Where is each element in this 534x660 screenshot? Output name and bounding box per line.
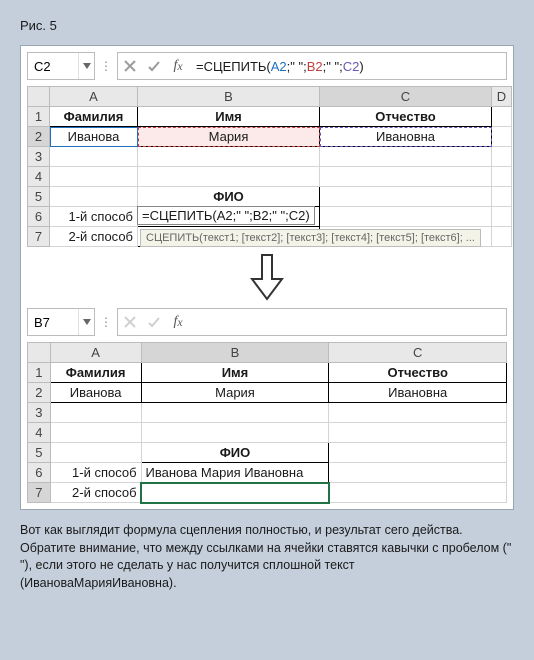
cell[interactable]: Мария — [138, 127, 320, 147]
name-box[interactable] — [27, 52, 95, 80]
cell[interactable]: Фамилия — [50, 363, 141, 383]
cell[interactable]: Имя — [141, 363, 329, 383]
cell-active[interactable]: Ивановна — [320, 127, 492, 147]
select-all-corner[interactable] — [28, 87, 50, 107]
row-header[interactable]: 6 — [28, 207, 50, 227]
row-header[interactable]: 2 — [28, 383, 51, 403]
cell[interactable] — [329, 463, 507, 483]
enter-icon[interactable] — [142, 309, 166, 335]
cell[interactable] — [320, 207, 492, 227]
formula-box[interactable]: fx =СЦЕПИТЬ(A2;" ";B2;" ";C2) — [117, 52, 507, 80]
cell[interactable] — [320, 147, 492, 167]
row-header[interactable]: 3 — [28, 403, 51, 423]
cell[interactable] — [320, 167, 492, 187]
cell[interactable] — [492, 107, 512, 127]
row-header[interactable]: 1 — [28, 107, 50, 127]
col-header[interactable]: A — [50, 87, 138, 107]
cell[interactable] — [320, 187, 492, 207]
cell[interactable] — [329, 483, 507, 503]
footnote-text: Вот как выглядит формула сцепления полно… — [20, 522, 514, 592]
cancel-icon[interactable] — [118, 309, 142, 335]
cell[interactable] — [50, 403, 141, 423]
name-box[interactable] — [27, 308, 95, 336]
spreadsheet-bottom[interactable]: A B C 1 Фамилия Имя Отчество 2 Иванова М… — [27, 342, 507, 503]
cell-editor[interactable]: =СЦЕПИТЬ(А2;" ";В2;" ";С2) — [137, 206, 315, 225]
col-header[interactable]: C — [320, 87, 492, 107]
cell[interactable] — [50, 187, 138, 207]
cell[interactable]: Иванова Мария Ивановна — [141, 463, 329, 483]
down-arrow-icon — [27, 247, 507, 308]
cell[interactable] — [492, 227, 512, 247]
fx-icon[interactable]: fx — [166, 53, 190, 79]
cell[interactable] — [141, 403, 329, 423]
formula-box[interactable]: fx — [117, 308, 507, 336]
cell[interactable]: Отчество — [329, 363, 507, 383]
spreadsheet-top[interactable]: A B C D 1 Фамилия Имя Отчество 2 Иванова… — [27, 86, 512, 247]
cell[interactable] — [492, 187, 512, 207]
cell[interactable] — [50, 423, 141, 443]
cell[interactable]: Мария — [141, 383, 329, 403]
cell[interactable] — [492, 207, 512, 227]
row-header[interactable]: 4 — [28, 423, 51, 443]
formula-tooltip: СЦЕПИТЬ(текст1; [текст2]; [текст3]; [тек… — [140, 229, 481, 247]
cell[interactable] — [138, 167, 320, 187]
row-header[interactable]: 6 — [28, 463, 51, 483]
cell[interactable]: Ивановна — [329, 383, 507, 403]
cell[interactable] — [50, 147, 138, 167]
col-header[interactable]: A — [50, 343, 141, 363]
cancel-icon[interactable] — [118, 53, 142, 79]
cell[interactable] — [329, 443, 507, 463]
row-header[interactable]: 3 — [28, 147, 50, 167]
cell[interactable] — [329, 403, 507, 423]
figure-panel: ⋮ fx =СЦЕПИТЬ(A2;" ";B2;" ";C2) A B C D … — [20, 45, 514, 510]
formula-text[interactable]: =СЦЕПИТЬ(A2;" ";B2;" ";C2) — [190, 59, 506, 74]
cell[interactable]: Имя — [138, 107, 320, 127]
col-header[interactable]: B — [141, 343, 329, 363]
col-header[interactable]: B — [138, 87, 320, 107]
cell[interactable]: 1-й способ — [50, 463, 141, 483]
cell[interactable]: 2-й способ — [50, 483, 141, 503]
formula-bar-top: ⋮ fx =СЦЕПИТЬ(A2;" ";B2;" ";C2) — [27, 52, 507, 80]
cell[interactable]: Отчество — [320, 107, 492, 127]
figure-caption: Рис. 5 — [20, 18, 514, 33]
row-header[interactable]: 5 — [28, 443, 51, 463]
row-header[interactable]: 7 — [28, 227, 50, 247]
cell[interactable]: ФИО — [141, 443, 329, 463]
row-header[interactable]: 5 — [28, 187, 50, 207]
col-header[interactable]: C — [329, 343, 507, 363]
cell[interactable]: 1-й способ — [50, 207, 138, 227]
enter-icon[interactable] — [142, 53, 166, 79]
cell-active[interactable] — [141, 483, 329, 503]
cell[interactable]: Фамилия — [50, 107, 138, 127]
cell[interactable]: Иванова — [50, 127, 138, 147]
cell[interactable] — [50, 167, 138, 187]
cell-editing[interactable]: =СЦЕПИТЬ(А2;" ";В2;" ";С2) СЦЕПИТЬ(текст… — [138, 207, 320, 227]
cell[interactable]: 2-й способ — [50, 227, 138, 247]
fx-icon[interactable]: fx — [166, 309, 190, 335]
name-box-input[interactable] — [28, 59, 78, 74]
separator-icon: ⋮ — [99, 308, 113, 336]
separator-icon: ⋮ — [99, 52, 113, 80]
cell[interactable] — [138, 147, 320, 167]
row-header[interactable]: 1 — [28, 363, 51, 383]
row-header[interactable]: 4 — [28, 167, 50, 187]
cell[interactable] — [329, 423, 507, 443]
cell[interactable] — [141, 423, 329, 443]
row-header[interactable]: 2 — [28, 127, 50, 147]
name-box-dropdown-icon[interactable] — [78, 53, 94, 79]
cell[interactable] — [492, 127, 512, 147]
row-header[interactable]: 7 — [28, 483, 51, 503]
select-all-corner[interactable] — [28, 343, 51, 363]
cell[interactable]: ФИО — [138, 187, 320, 207]
cell[interactable] — [492, 147, 512, 167]
cell[interactable] — [50, 443, 141, 463]
cell[interactable] — [492, 167, 512, 187]
cell[interactable]: Иванова — [50, 383, 141, 403]
name-box-input[interactable] — [28, 315, 78, 330]
name-box-dropdown-icon[interactable] — [78, 309, 94, 335]
col-header[interactable]: D — [492, 87, 512, 107]
formula-bar-bottom: ⋮ fx — [27, 308, 507, 336]
